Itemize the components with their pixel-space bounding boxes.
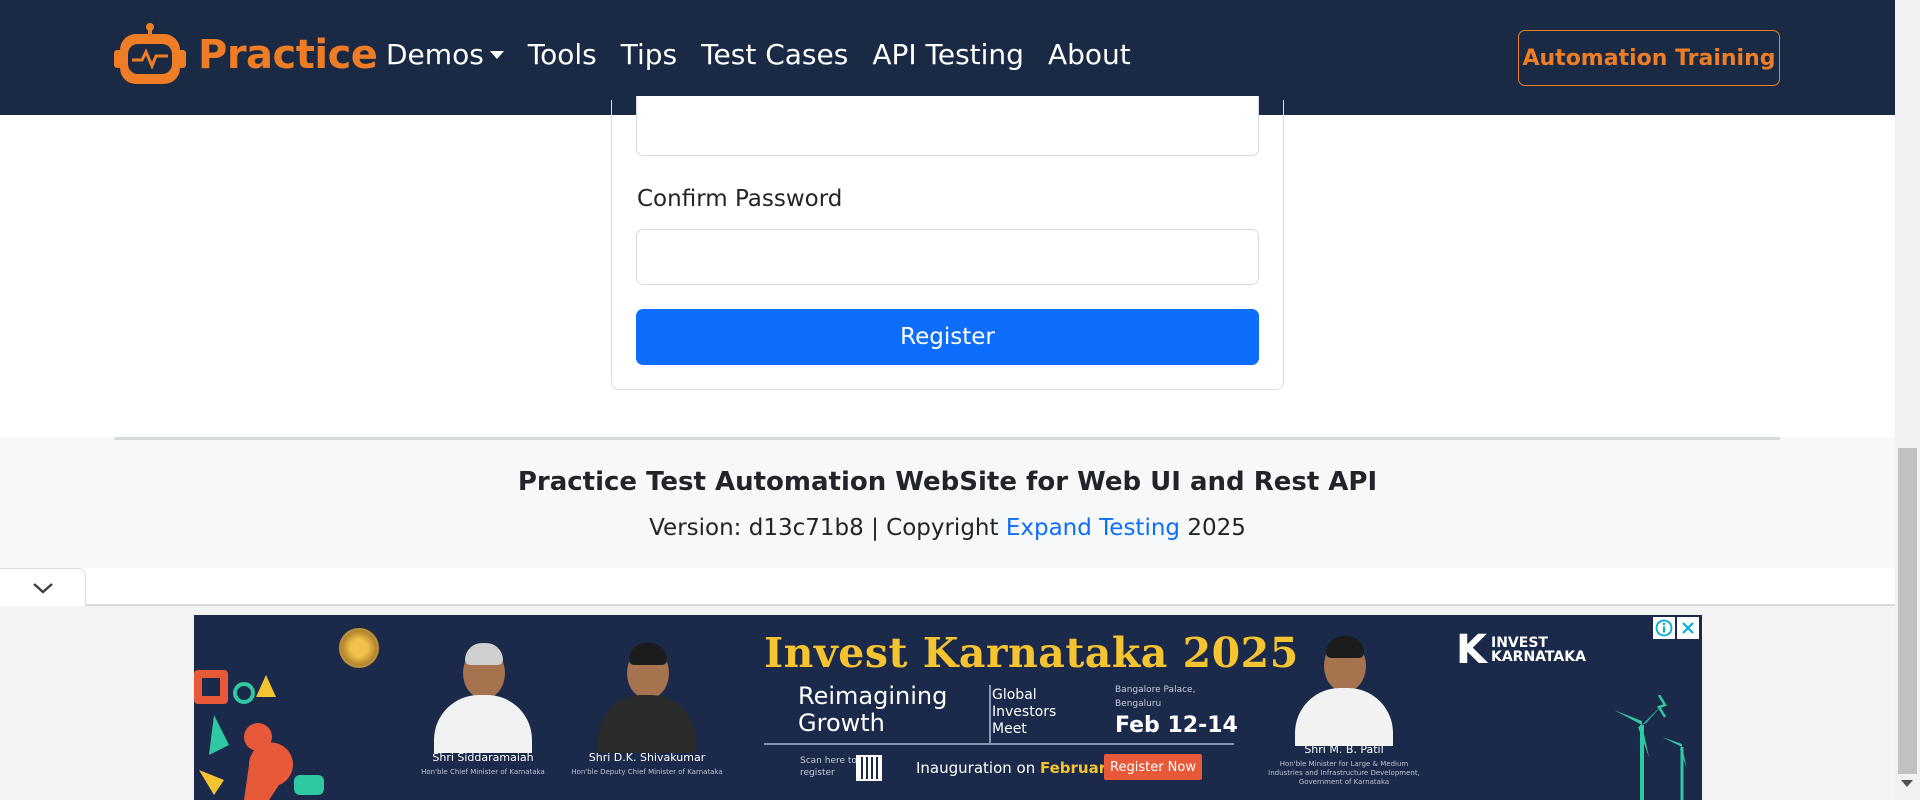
expand-testing-link[interactable]: Expand Testing (1006, 515, 1180, 541)
ad-scan-2: register (800, 768, 835, 778)
nav-tools[interactable]: Tools (528, 38, 597, 71)
nav-test-cases[interactable]: Test Cases (701, 38, 848, 71)
register-form-card: Confirm Password Register (611, 96, 1284, 390)
password-field[interactable] (636, 96, 1259, 156)
robot-icon (114, 22, 186, 88)
footer: Practice Test Automation WebSite for Web… (0, 437, 1895, 569)
wind-turbine-graphics (1614, 695, 1698, 800)
close-icon (1682, 622, 1694, 634)
logo-line-2: KARNATAKA (1491, 649, 1586, 665)
ad-headline: Invest Karnataka 2025 (764, 629, 1299, 677)
person-portrait-1 (428, 637, 538, 753)
ad-close-button[interactable] (1677, 617, 1699, 639)
nav-api-testing[interactable]: API Testing (872, 38, 1024, 71)
scroll-down-arrow-icon[interactable] (1901, 780, 1913, 787)
copyright-year: 2025 (1180, 515, 1246, 541)
automation-training-button[interactable]: Automation Training (1518, 30, 1780, 86)
ad-collapse-toggle[interactable] (0, 568, 86, 606)
person-portrait-3 (1289, 630, 1399, 746)
ad-meet-text: Global Investors Meet (992, 687, 1056, 738)
ad-scan-text: Scan here to register (800, 755, 857, 779)
brand-link[interactable]: Practice (114, 22, 378, 88)
register-button[interactable]: Register (636, 309, 1259, 365)
ad-scan-1: Scan here to (800, 756, 857, 766)
caret-down-icon (489, 50, 504, 59)
ad-tagline-2: Growth (798, 709, 885, 737)
person3-role-2: Industries and Infrastructure Developmen… (1268, 769, 1420, 777)
confirm-password-field[interactable] (636, 229, 1259, 285)
nav-links: Demos Tools Tips Test Cases API Testing … (386, 38, 1155, 71)
version-text: Version: d13c71b8 | Copyright (649, 515, 1006, 541)
person3-name: Shri M. B. Patil (1304, 743, 1384, 756)
person-portrait-2 (592, 637, 702, 753)
logo-line-1: INVEST (1491, 635, 1548, 651)
person1-name: Shri Siddaramaiah (432, 751, 534, 764)
person1-role: Hon'ble Chief Minister of Karnataka (421, 768, 545, 776)
ad-venue-1: Bangalore Palace, (1115, 685, 1196, 695)
ad-meet-3: Meet (992, 721, 1027, 737)
state-emblem-icon (339, 628, 379, 668)
ad-venue: Bangalore Palace, Bengaluru (1115, 683, 1195, 711)
ad-inaug-prefix: Inauguration on (916, 759, 1040, 777)
chevron-down-icon (32, 582, 53, 594)
ad-collapse-strip (0, 568, 1895, 604)
brand-name: Practice (198, 32, 378, 78)
ad-venue-2: Bengaluru (1115, 699, 1162, 709)
person2-name: Shri D.K. Shivakumar (588, 751, 706, 764)
nav-demos-dropdown[interactable]: Demos (386, 38, 504, 71)
ad-hline (764, 743, 1234, 745)
ad-meet-1: Global (992, 687, 1037, 703)
person2-role: Hon'ble Deputy Chief Minister of Karnata… (571, 768, 723, 776)
logo-text: INVEST KARNATAKA (1491, 636, 1586, 664)
person3-role-3: Government of Karnataka (1298, 778, 1390, 786)
confirm-password-label: Confirm Password (637, 186, 843, 212)
footer-divider (114, 437, 1780, 440)
logo-mark: K (1456, 627, 1487, 673)
ad-meet-2: Investors (992, 704, 1057, 720)
invest-karnataka-logo: K INVEST KARNATAKA (1456, 627, 1586, 673)
qr-code-icon (856, 755, 882, 781)
ad-info-button[interactable] (1653, 617, 1675, 639)
ad-date: Feb 12-14 (1115, 713, 1238, 738)
tech-graphics-left (194, 670, 324, 800)
nav-tips[interactable]: Tips (621, 38, 677, 71)
footer-title: Practice Test Automation WebSite for Web… (517, 467, 1378, 497)
nav-about[interactable]: About (1048, 38, 1131, 71)
footer-copyright: Version: d13c71b8 | Copyright Expand Tes… (0, 515, 1895, 541)
info-icon (1655, 619, 1673, 637)
ad-register-now-button[interactable]: Register Now (1104, 754, 1202, 780)
person3-role-1: Hon'ble Minister for Large & Medium (1279, 760, 1409, 768)
scrollbar-thumb[interactable] (1898, 448, 1917, 774)
ad-tagline-1: Reimagining (798, 682, 948, 710)
nav-demos-label: Demos (386, 38, 484, 71)
ad-banner[interactable]: Shri Siddaramaiah Hon'ble Chief Minister… (194, 615, 1702, 800)
ad-tagline: Reimagining Growth (798, 683, 947, 737)
ad-divider (989, 685, 991, 743)
